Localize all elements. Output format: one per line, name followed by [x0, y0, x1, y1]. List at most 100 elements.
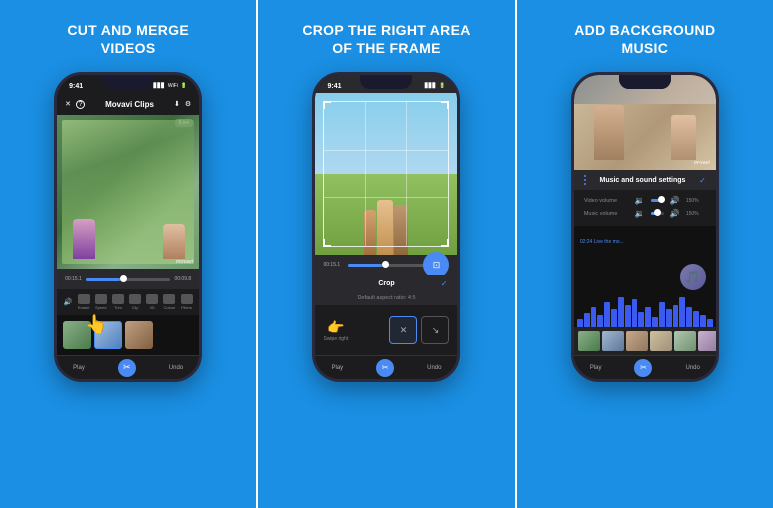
music-volume-row: Music volume 🔉 🔊 150%	[584, 209, 706, 218]
close-icon[interactable]: ✕	[65, 100, 71, 108]
music-volume-label: Music volume	[584, 211, 629, 217]
rotate-icon	[78, 294, 90, 304]
music-track-area: 02:24 Live the mo... 🎵	[574, 226, 716, 327]
tool-colour[interactable]: Colour	[163, 294, 175, 310]
phone-3-video: m•vavi	[574, 75, 716, 170]
clip-3[interactable]	[125, 321, 153, 349]
grid-v2	[406, 102, 407, 246]
tool-colour-label: Colour	[163, 305, 175, 310]
settings-icon[interactable]: ⚙	[185, 100, 191, 108]
aspect-ratio-area: Default aspect ratio: 4:5	[315, 291, 457, 305]
video-volume-pct: 150%	[686, 198, 706, 204]
vol-up-icon[interactable]: 🔊	[670, 196, 680, 205]
phone-1-titlebar: ✕ ? Movavi Clips ⬇ ⚙	[57, 93, 199, 115]
video-volume-thumb[interactable]	[658, 196, 665, 203]
timeline-progress-2	[348, 264, 382, 267]
timeline-progress	[86, 278, 120, 281]
grid-h2	[324, 197, 448, 198]
tool-trim[interactable]: Trim	[112, 294, 124, 310]
video-bg: lLive movavi	[57, 115, 199, 269]
phone-2-screen: 9:41 ▊▊▊ 🔋	[315, 75, 457, 379]
speed-icon	[95, 294, 107, 304]
3d-icon	[146, 294, 158, 304]
phone-3-notch	[619, 75, 671, 89]
scissors-icon: ✂	[123, 362, 131, 373]
vol-down-icon-2[interactable]: 🔉	[635, 209, 645, 218]
clip-thumb-5[interactable]	[674, 331, 696, 351]
colour-icon	[163, 294, 175, 304]
vol-down-icon[interactable]: 🔉	[635, 196, 645, 205]
clip-thumb-3[interactable]	[626, 331, 648, 351]
tool-3d-label: 3D	[150, 305, 155, 310]
settings-header: Music and sound settings ✓	[574, 170, 716, 190]
titlebar-left-icons: ✕ ?	[65, 100, 85, 109]
tool-clip[interactable]: Clip	[129, 294, 141, 310]
clip-thumb-6[interactable]	[698, 331, 716, 351]
audio-icon[interactable]: 🔊	[64, 298, 73, 306]
phone-1-notch	[102, 75, 154, 89]
tool-rotate[interactable]: Rotate	[78, 294, 90, 310]
phone-1-screen: 9:41 ▊▊▊ WiFi 🔋 ✕ ? Movavi Clips ⬇ ⚙	[57, 75, 199, 379]
crop-corner-tl	[323, 101, 331, 109]
titlebar-right-icons: ⬇ ⚙	[174, 100, 191, 108]
undo-label-2[interactable]: Undo	[427, 365, 441, 371]
play-label[interactable]: Play	[73, 365, 85, 371]
clip-thumb-1[interactable]	[578, 331, 600, 351]
tool-filters-label: Filters	[181, 305, 192, 310]
timeline-time-left: 00:15.1	[65, 276, 82, 282]
crop-corner-tr	[441, 101, 449, 109]
panel-cut: CUT AND MERGE VIDEOS 9:41 ▊▊▊ WiFi 🔋 ✕ ?…	[0, 0, 256, 508]
clip-icon	[129, 294, 141, 304]
tool-3d[interactable]: 3D	[146, 294, 158, 310]
panel-crop-title: CROP THE RIGHT AREA OF THE FRAME	[302, 22, 470, 58]
swipe-label: Swipe right	[323, 336, 348, 342]
download-icon[interactable]: ⬇	[174, 100, 180, 108]
phone-2: 9:41 ▊▊▊ 🔋	[312, 72, 460, 382]
tool-clip-label: Clip	[132, 305, 139, 310]
figure-right	[163, 224, 185, 259]
play-label-3[interactable]: Play	[590, 365, 602, 371]
clip-thumb-4[interactable]	[650, 331, 672, 351]
hand-right-icon: 👉	[327, 319, 344, 336]
figure-left	[73, 219, 95, 259]
phone-2-notch	[360, 75, 412, 89]
phone-1-timeline[interactable]: 00:15.1 00:09.8	[57, 269, 199, 289]
scissors-button-2[interactable]: ✂	[376, 359, 394, 377]
music-bubble[interactable]: 🎵	[680, 264, 706, 290]
ratio-x-icon: ✕	[400, 325, 408, 336]
music-track-label: 02:24 Live the mo...	[580, 239, 624, 245]
phone-3: m•vavi Music and sound settings ✓	[571, 72, 719, 382]
music-volume-thumb[interactable]	[654, 209, 661, 216]
menu-dots-icon[interactable]	[584, 175, 586, 185]
scissors-button[interactable]: ✂	[118, 359, 136, 377]
music-track-info: 02:24 Live the mo...	[580, 230, 624, 248]
tool-speed[interactable]: Speed	[95, 294, 107, 310]
undo-label[interactable]: Undo	[169, 365, 183, 371]
music-note-icon: 🎵	[680, 264, 706, 290]
video-volume-track[interactable]	[651, 199, 664, 202]
ratio-option-custom[interactable]: ✕	[389, 316, 417, 344]
scissors-button-3[interactable]: ✂	[634, 359, 652, 377]
tool-filters[interactable]: Filters	[181, 294, 193, 310]
phone-1-clips: 👆	[57, 315, 199, 355]
settings-check[interactable]: ✓	[699, 176, 706, 185]
check-icon[interactable]: ✓	[441, 279, 448, 288]
ratio-option-diagonal[interactable]: ↘	[421, 316, 449, 344]
timeline-track[interactable]	[86, 278, 171, 281]
clip-thumb-2[interactable]	[602, 331, 624, 351]
tool-rotate-label: Rotate	[78, 305, 90, 310]
timeline-thumb-2[interactable]	[382, 261, 389, 268]
vol-up-icon-2[interactable]: 🔊	[670, 209, 680, 218]
undo-label-3[interactable]: Undo	[685, 365, 699, 371]
grid-h1	[324, 150, 448, 151]
settings-title: Music and sound settings	[599, 177, 685, 184]
help-icon[interactable]: ?	[76, 100, 85, 109]
waveform	[574, 292, 716, 327]
timeline-thumb[interactable]	[120, 275, 127, 282]
tool-speed-label: Speed	[95, 305, 107, 310]
play-label-2[interactable]: Play	[331, 365, 343, 371]
music-volume-track[interactable]	[651, 212, 664, 215]
crop-overlay	[323, 101, 449, 247]
clips-strip-3	[574, 327, 716, 355]
phone-1-toolbar: 🔊 Rotate Speed Trim Clip	[57, 289, 199, 315]
